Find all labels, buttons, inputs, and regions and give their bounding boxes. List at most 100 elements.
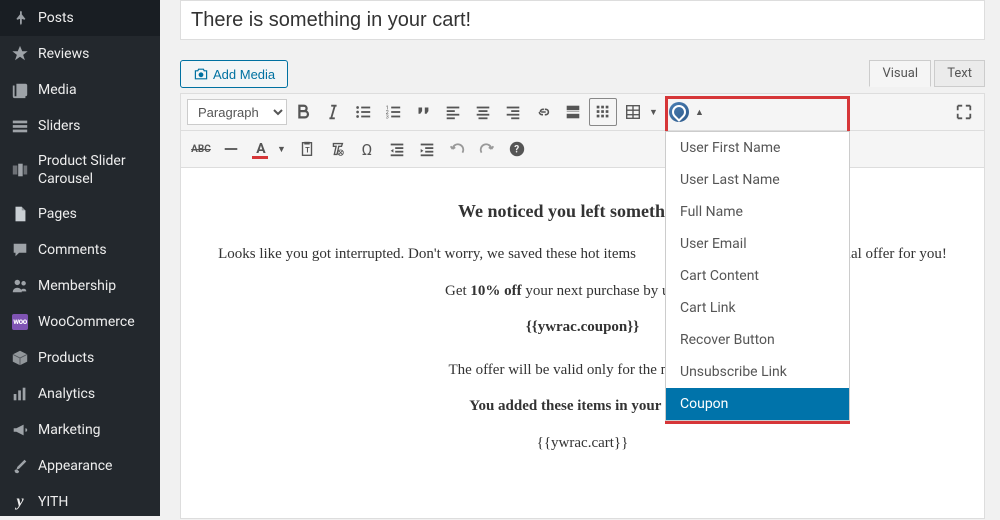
shortcode-dropdown-caret[interactable]: ▲ (695, 107, 709, 118)
link-button[interactable] (529, 98, 557, 126)
sidebar-item-analytics[interactable]: Analytics (0, 376, 160, 412)
hr-button[interactable] (217, 135, 245, 163)
content-line-4: You added these items in your cart: (191, 395, 974, 418)
tab-text[interactable]: Text (934, 60, 985, 87)
tinymce-editor: Paragraph 123 ▼ ▲ ABC (180, 93, 985, 519)
admin-sidebar: Posts Reviews Media Sliders Product Slid… (0, 0, 160, 516)
sidebar-item-posts[interactable]: Posts (0, 0, 160, 36)
megaphone-icon (10, 420, 30, 440)
add-media-label: Add Media (213, 67, 275, 82)
shortcode-item-coupon[interactable]: Coupon (666, 388, 849, 420)
indent-button[interactable] (413, 135, 441, 163)
sidebar-item-label: Product Slider Carousel (38, 152, 152, 188)
sidebar-item-label: YITH (38, 493, 68, 511)
sliders-icon (10, 116, 30, 136)
svg-text:T: T (305, 146, 310, 155)
sidebar-item-label: Comments (38, 241, 107, 259)
sidebar-item-carousel[interactable]: Product Slider Carousel (0, 144, 160, 196)
shortcode-item-firstname[interactable]: User First Name (666, 132, 849, 164)
format-select[interactable]: Paragraph (187, 99, 287, 125)
fullscreen-button[interactable] (950, 98, 978, 126)
content-heading: We noticed you left something… (191, 198, 974, 225)
shortcode-menu-button[interactable] (665, 98, 693, 126)
star-icon (10, 44, 30, 64)
table-dropdown-caret[interactable]: ▼ (649, 107, 663, 118)
align-left-button[interactable] (439, 98, 467, 126)
help-button[interactable]: ? (503, 135, 531, 163)
package-icon (10, 348, 30, 368)
shortcode-item-cartlink[interactable]: Cart Link (666, 292, 849, 324)
sidebar-item-label: Membership (38, 277, 116, 295)
chart-icon (10, 384, 30, 404)
readmore-button[interactable] (559, 98, 587, 126)
paste-text-button[interactable]: T (293, 135, 321, 163)
brush-icon (10, 456, 30, 476)
woo-icon: woo (10, 312, 30, 332)
blockquote-button[interactable] (409, 98, 437, 126)
sidebar-item-label: Appearance (38, 457, 112, 475)
sidebar-item-appearance[interactable]: Appearance (0, 448, 160, 484)
sidebar-item-yith[interactable]: y YITH (0, 484, 160, 520)
table-button[interactable] (619, 98, 647, 126)
align-center-button[interactable] (469, 98, 497, 126)
shortcode-item-unsubscribe[interactable]: Unsubscribe Link (666, 356, 849, 388)
shortcode-item-lastname[interactable]: User Last Name (666, 164, 849, 196)
pin-icon (10, 8, 30, 28)
special-char-button[interactable]: Ω (353, 135, 381, 163)
post-title-input[interactable] (180, 0, 985, 40)
sidebar-item-label: Products (38, 349, 94, 367)
shortcode-item-recover[interactable]: Recover Button (666, 324, 849, 356)
sidebar-item-reviews[interactable]: Reviews (0, 36, 160, 72)
content-line-1: Looks like you got interrupted. Don't wo… (191, 243, 974, 266)
italic-button[interactable] (319, 98, 347, 126)
sidebar-item-sliders[interactable]: Sliders (0, 108, 160, 144)
align-right-button[interactable] (499, 98, 527, 126)
users-icon (10, 276, 30, 296)
carousel-icon (10, 160, 30, 180)
sidebar-item-products[interactable]: Products (0, 340, 160, 376)
shortcode-item-fullname[interactable]: Full Name (666, 196, 849, 228)
text-color-button[interactable]: A (247, 135, 275, 163)
sidebar-item-marketing[interactable]: Marketing (0, 412, 160, 448)
sidebar-item-pages[interactable]: Pages (0, 196, 160, 232)
tab-visual[interactable]: Visual (869, 60, 931, 87)
sidebar-item-comments[interactable]: Comments (0, 232, 160, 268)
numbered-list-button[interactable]: 123 (379, 98, 407, 126)
svg-text:3: 3 (386, 114, 389, 120)
yith-icon: y (10, 492, 30, 512)
toolbar-row-2: ABC A ▼ T Ω ? (181, 131, 984, 168)
sidebar-item-label: Marketing (38, 421, 101, 439)
bullet-list-button[interactable] (349, 98, 377, 126)
sidebar-item-label: Reviews (38, 45, 89, 63)
color-dropdown-caret[interactable]: ▼ (277, 144, 291, 155)
toolbar-toggle-button[interactable] (589, 98, 617, 126)
comment-icon (10, 240, 30, 260)
sidebar-item-label: Posts (38, 9, 74, 27)
content-line-3: The offer will be valid only for the nex… (191, 359, 974, 382)
camera-icon (193, 66, 209, 82)
pages-icon (10, 204, 30, 224)
sidebar-item-label: WooCommerce (38, 313, 135, 331)
clear-formatting-button[interactable] (323, 135, 351, 163)
editor-body[interactable]: We noticed you left something… Looks lik… (181, 168, 984, 518)
media-icon (10, 80, 30, 100)
strikethrough-button[interactable]: ABC (187, 135, 215, 163)
redo-button[interactable] (473, 135, 501, 163)
content-coupon-token: {{ywrac.coupon}} (191, 316, 974, 339)
outdent-button[interactable] (383, 135, 411, 163)
sidebar-item-membership[interactable]: Membership (0, 268, 160, 304)
content-cart-token: {{ywrac.cart}} (191, 432, 974, 455)
shortcode-item-email[interactable]: User Email (666, 228, 849, 260)
sidebar-item-media[interactable]: Media (0, 72, 160, 108)
bold-button[interactable] (289, 98, 317, 126)
toolbar-row-1: Paragraph 123 ▼ ▲ (181, 94, 984, 131)
content-line-2: Get 10% off your next purchase by using … (191, 280, 974, 303)
shortcode-item-cartcontent[interactable]: Cart Content (666, 260, 849, 292)
sidebar-item-label: Analytics (38, 385, 95, 403)
main-content: Add Media Visual Text Paragraph 123 (160, 0, 1000, 516)
undo-button[interactable] (443, 135, 471, 163)
add-media-button[interactable]: Add Media (180, 60, 288, 88)
sidebar-item-woocommerce[interactable]: woo WooCommerce (0, 304, 160, 340)
sidebar-item-label: Media (38, 81, 77, 99)
shortcode-dropdown-panel: User First Name User Last Name Full Name… (665, 131, 850, 421)
